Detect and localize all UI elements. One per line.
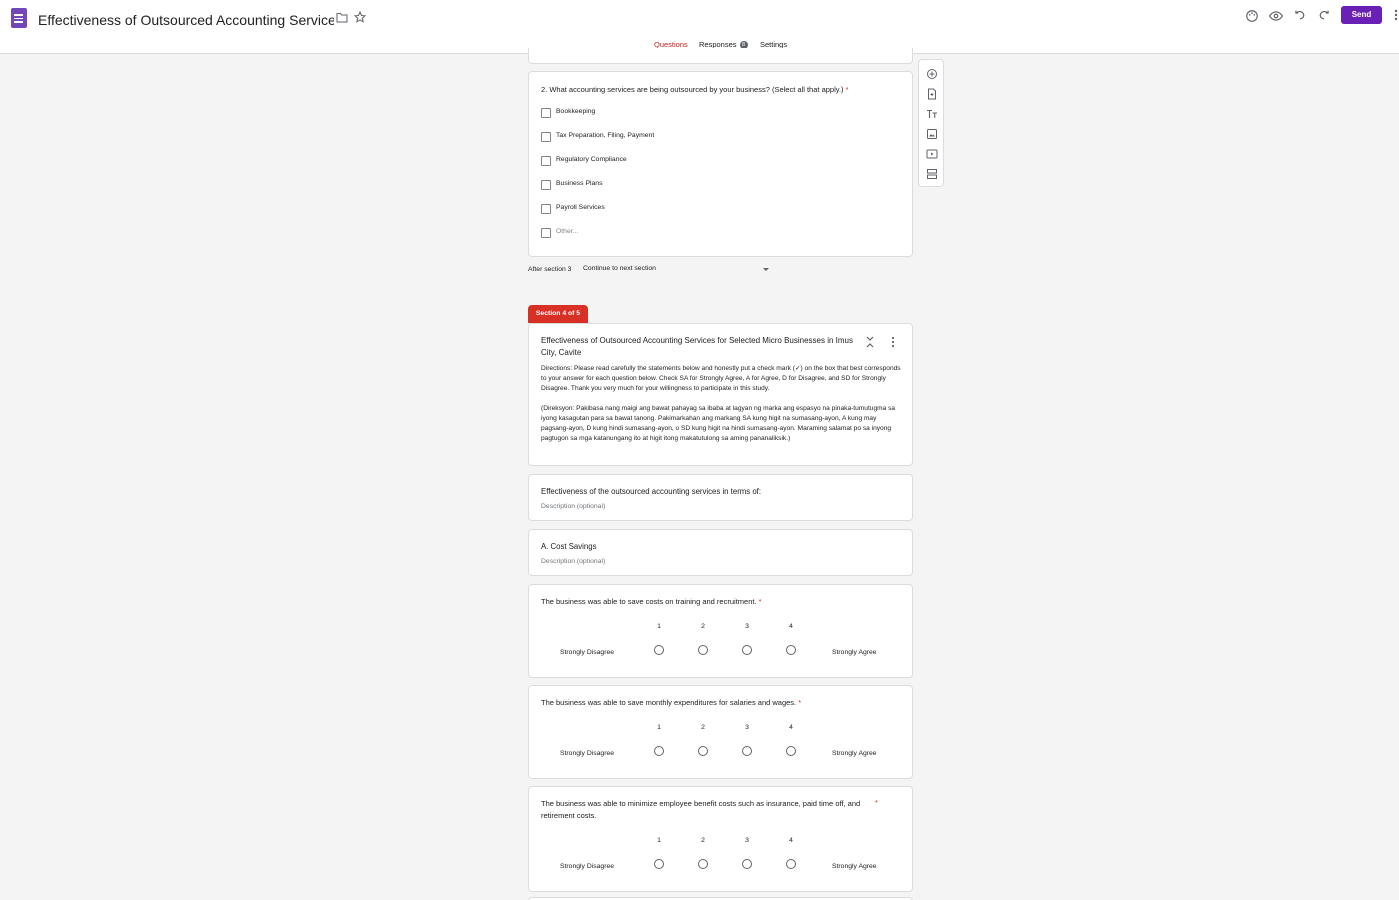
after-section-label: After section 3 (528, 266, 572, 273)
scale-radio[interactable] (786, 859, 796, 869)
checkbox[interactable] (541, 204, 551, 214)
checkbox[interactable] (541, 228, 551, 238)
required-asterisk: * (798, 698, 802, 707)
scale-number: 4 (789, 623, 793, 630)
scale-radio[interactable] (742, 746, 752, 756)
form-title[interactable]: Effectiveness of Outsourced Accounting S… (38, 12, 334, 28)
checkbox[interactable] (541, 132, 551, 142)
block-title[interactable]: Effectiveness of the outsourced accounti… (541, 486, 761, 498)
title-description-card[interactable]: Effectiveness of the outsourced accounti… (528, 474, 913, 521)
add-video-icon[interactable] (926, 148, 938, 160)
option-label: Bookkeeping (556, 108, 596, 115)
redo-icon[interactable] (1317, 9, 1331, 23)
scale-radio[interactable] (654, 645, 664, 655)
scale-number: 1 (657, 724, 661, 731)
scale-low-label: Strongly Disagree (560, 750, 615, 757)
scale-number: 2 (701, 623, 705, 630)
linear-scale-question-card[interactable]: The business was able to minimize employ… (528, 786, 913, 892)
scale-number: 4 (789, 837, 793, 844)
preview-eye-icon[interactable] (1269, 9, 1283, 23)
palette-icon[interactable] (1245, 9, 1259, 23)
checkbox[interactable] (541, 108, 551, 118)
send-button[interactable]: Send (1341, 6, 1382, 24)
linear-scale-question-card[interactable]: The business was able to save monthly ex… (528, 685, 913, 779)
scale-radio[interactable] (786, 746, 796, 756)
option-label: Tax Preparation, Filing, Payment (556, 132, 655, 139)
scale-radio[interactable] (742, 645, 752, 655)
question-title: 2. What accounting services are being ou… (541, 84, 849, 96)
section-directions-english[interactable]: Directions: Please read carefully the st… (541, 364, 901, 394)
scale-low-label: Strongly Disagree (560, 863, 615, 870)
top-app-bar: Effectiveness of Outsourced Accounting S… (0, 0, 1399, 54)
block-title[interactable]: A. Cost Savings (541, 541, 596, 553)
add-section-icon[interactable] (926, 168, 938, 180)
scale-number: 1 (657, 623, 661, 630)
linear-scale-question-card[interactable]: The business was able to save costs on t… (528, 584, 913, 678)
scale-number: 3 (745, 724, 749, 731)
option-label: Other... (556, 228, 579, 235)
scale-high-label: Strongly Agree (832, 750, 877, 757)
after-section-select[interactable]: Continue to next section (583, 265, 656, 272)
scale-radio[interactable] (698, 645, 708, 655)
scale-number: 2 (701, 837, 705, 844)
add-title-icon[interactable] (926, 108, 938, 120)
question-title: The business was able to minimize employ… (541, 799, 861, 820)
import-questions-icon[interactable] (926, 88, 938, 100)
question-card-checkboxes[interactable]: 2. What accounting services are being ou… (528, 71, 913, 257)
required-asterisk: * (758, 597, 762, 606)
section-tag: Section 4 of 5 (528, 305, 588, 323)
scale-radio[interactable] (654, 746, 664, 756)
add-image-icon[interactable] (926, 128, 938, 140)
scale-number: 4 (789, 724, 793, 731)
undo-icon[interactable] (1293, 9, 1307, 23)
star-icon[interactable] (354, 11, 366, 23)
required-asterisk: * (845, 85, 849, 94)
question-title: The business was able to save monthly ex… (541, 697, 801, 709)
scale-number: 2 (701, 724, 705, 731)
question-title-text: 2. What accounting services are being ou… (541, 85, 844, 94)
required-asterisk: * (875, 798, 878, 807)
scale-radio[interactable] (786, 645, 796, 655)
option-label: Regulatory Compliance (556, 156, 627, 163)
section-directions-filipino[interactable]: (Direksyon: Pakibasa nang maigi ang bawa… (541, 404, 901, 444)
floating-toolbar (918, 59, 944, 187)
question-title: The business was able to save costs on t… (541, 596, 762, 608)
more-vert-icon[interactable] (891, 336, 895, 348)
folder-icon[interactable] (336, 12, 348, 23)
scale-radio[interactable] (698, 746, 708, 756)
title-description-card[interactable]: A. Cost Savings Description (optional) (528, 529, 913, 576)
checkbox[interactable] (541, 156, 551, 166)
more-vert-icon[interactable] (1394, 9, 1398, 21)
forms-logo-icon[interactable] (11, 8, 27, 28)
scale-number: 3 (745, 623, 749, 630)
option-label: Payroll Services (556, 204, 605, 211)
option-label: Business Plans (556, 180, 603, 187)
scale-number: 1 (657, 837, 661, 844)
scale-low-label: Strongly Disagree (560, 649, 615, 656)
description-placeholder[interactable]: Description (optional) (541, 558, 605, 565)
description-placeholder[interactable]: Description (optional) (541, 503, 605, 510)
scale-number: 3 (745, 837, 749, 844)
checkbox[interactable] (541, 180, 551, 190)
collapse-section-icon[interactable] (866, 336, 874, 348)
question-title-text: The business was able to save costs on t… (541, 597, 757, 606)
section-header-card[interactable]: Effectiveness of Outsourced Accounting S… (528, 323, 913, 466)
previous-question-card[interactable] (528, 48, 913, 64)
scale-high-label: Strongly Agree (832, 863, 877, 870)
scale-radio[interactable] (742, 859, 752, 869)
scale-radio[interactable] (698, 859, 708, 869)
dropdown-caret-icon[interactable] (763, 268, 769, 271)
question-title-text: The business was able to save monthly ex… (541, 698, 797, 707)
scale-high-label: Strongly Agree (832, 649, 877, 656)
add-question-icon[interactable] (926, 68, 938, 80)
scale-radio[interactable] (654, 859, 664, 869)
section-title[interactable]: Effectiveness of Outsourced Accounting S… (541, 335, 859, 359)
